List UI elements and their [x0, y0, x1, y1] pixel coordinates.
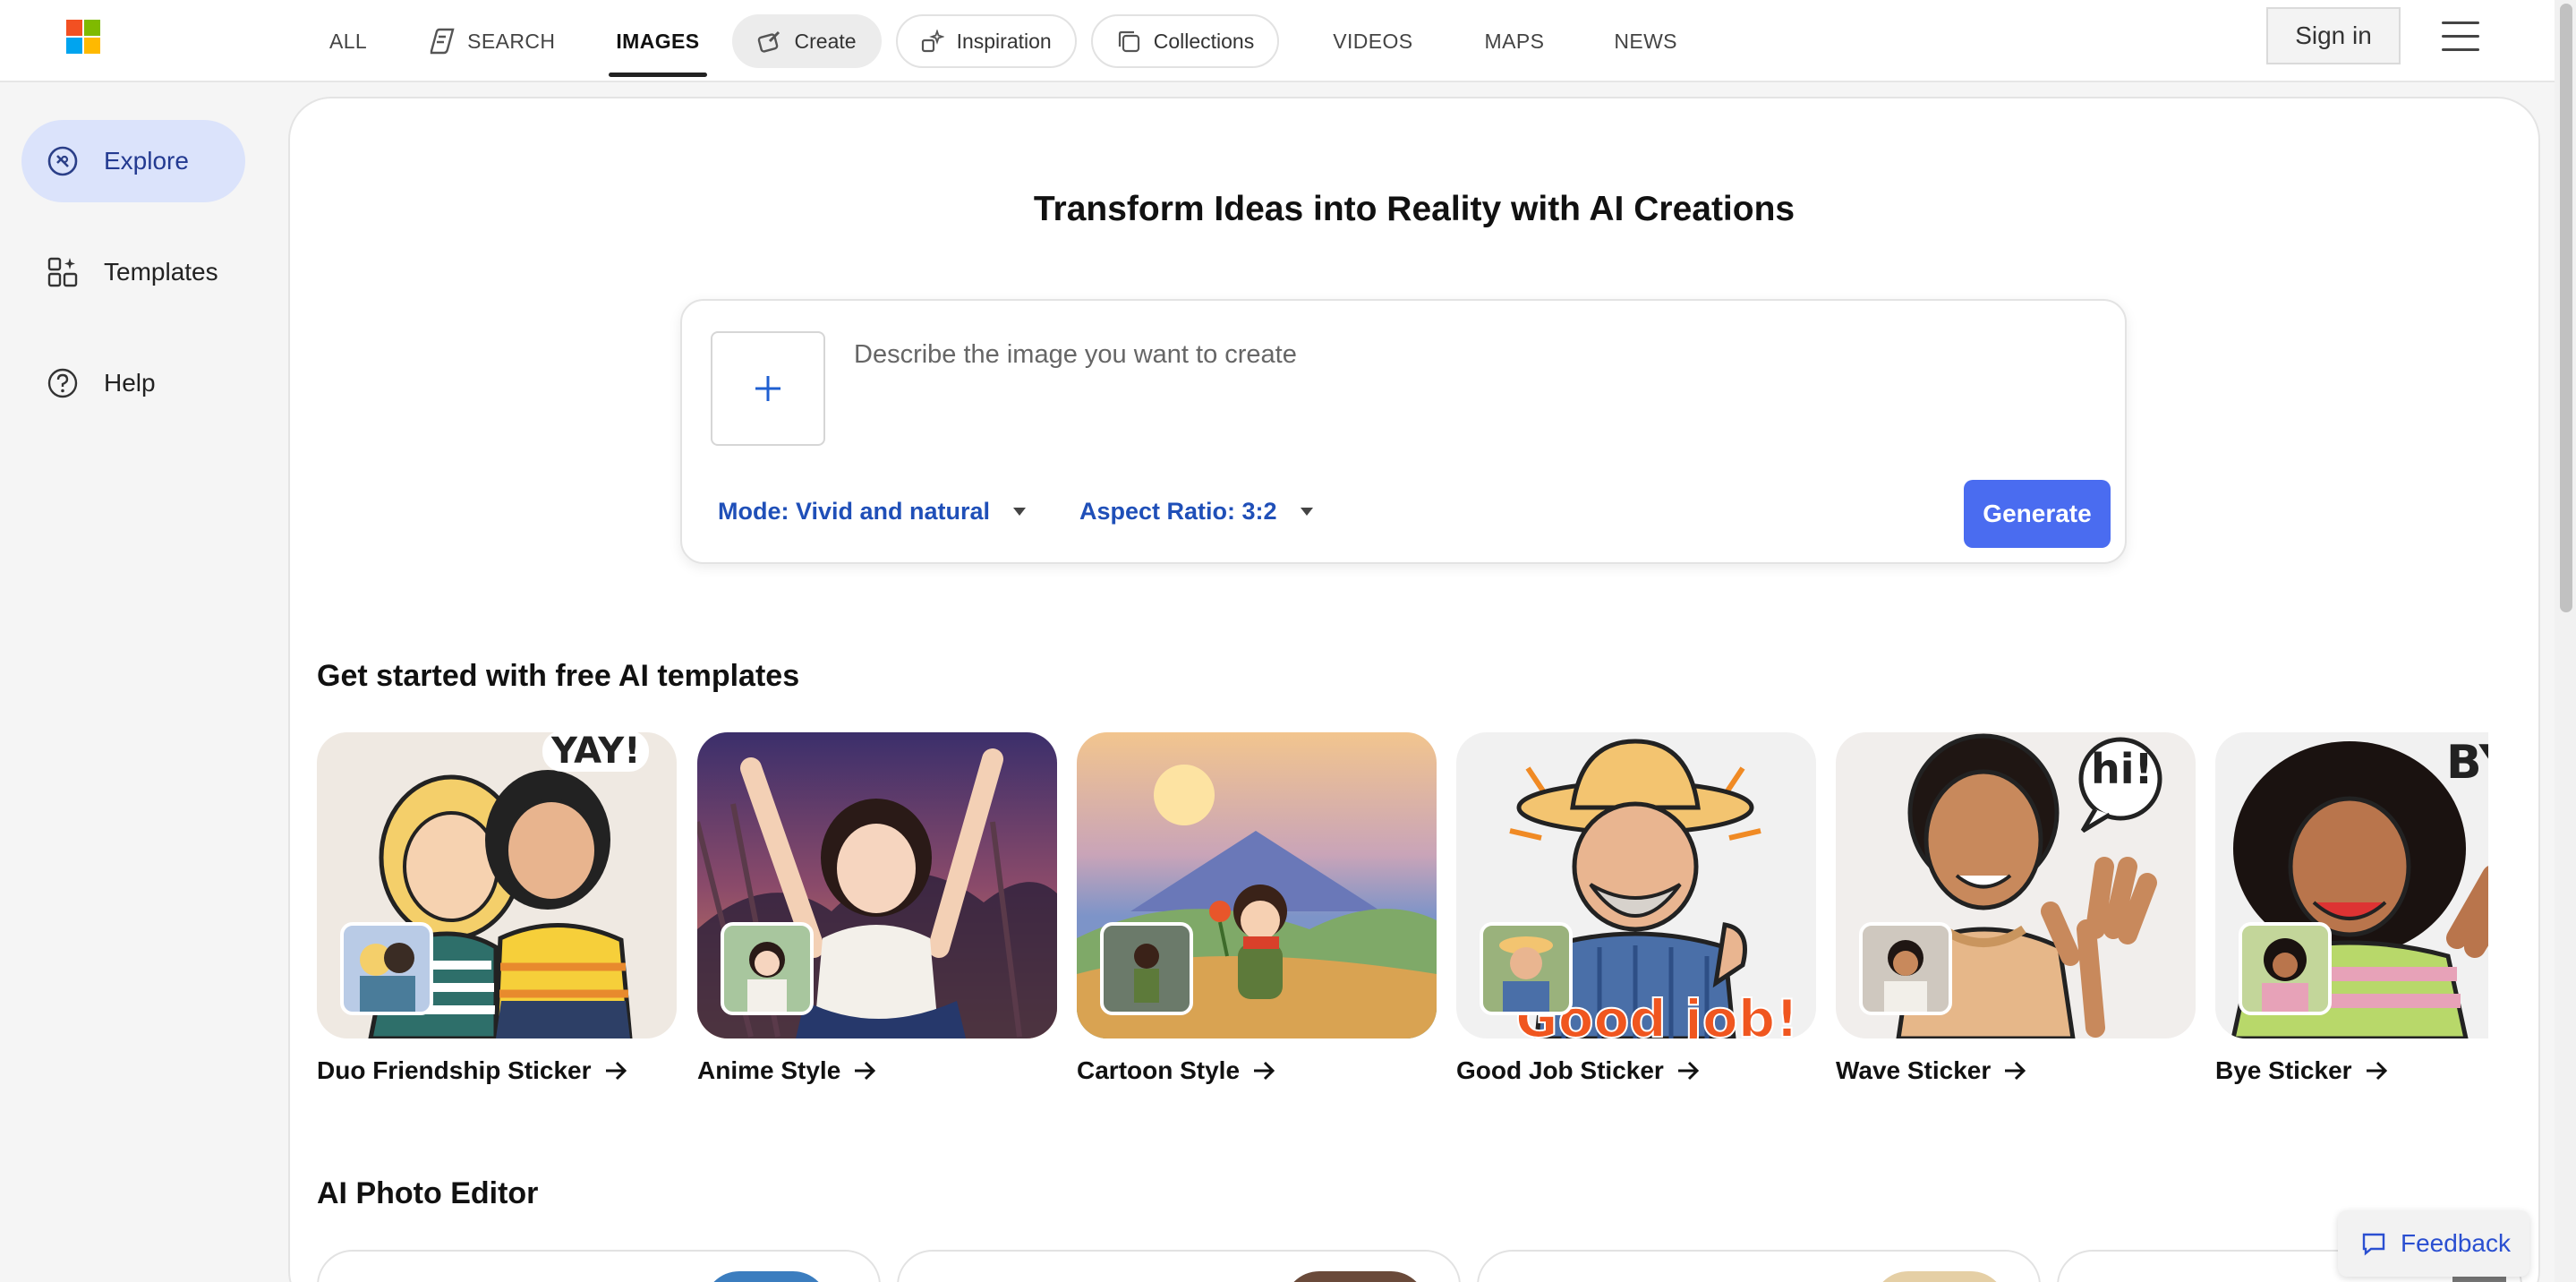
template-image: YAY!	[317, 732, 677, 1038]
template-label-text: Good Job Sticker	[1456, 1056, 1664, 1084]
microsoft-logo-icon[interactable]	[66, 20, 100, 54]
mode-dropdown[interactable]: Mode: Vivid and natural	[718, 498, 1027, 526]
tab-videos[interactable]: VIDEOS	[1286, 0, 1448, 82]
sign-in-button[interactable]: Sign in	[2266, 7, 2401, 64]
tab-news-label: NEWS	[1614, 29, 1677, 53]
feedback-button[interactable]: Feedback	[2338, 1210, 2529, 1277]
photo-editor-section-title: AI Photo Editor	[317, 1176, 539, 1210]
template-label: Cartoon Style	[1077, 1056, 1437, 1085]
template-card[interactable]: BY Bye Sticker	[2215, 732, 2488, 1085]
template-image	[697, 732, 1057, 1038]
photo-editor-card[interactable]	[1477, 1250, 2041, 1282]
yay-overlay-text: YAY!	[542, 732, 650, 772]
template-label-text: Bye Sticker	[2215, 1056, 2352, 1084]
prompt-input[interactable]	[854, 337, 2089, 372]
template-label: Duo Friendship Sticker	[317, 1056, 677, 1085]
sidebar-item-help[interactable]: Help	[21, 342, 245, 424]
arrow-right-icon	[855, 1061, 876, 1081]
sidebar-item-label: Explore	[104, 147, 189, 175]
template-label: Anime Style	[697, 1056, 1057, 1085]
bye-overlay-text: BY	[2446, 736, 2488, 790]
template-card[interactable]: hi! Wave Sticker	[1836, 732, 2196, 1085]
editor-card-image	[1284, 1271, 1427, 1282]
inspiration-label: Inspiration	[956, 29, 1052, 53]
aspect-ratio-dropdown[interactable]: Aspect Ratio: 3:2	[1079, 498, 1313, 526]
arrow-right-icon	[1677, 1061, 1699, 1081]
template-card[interactable]: Anime Style	[697, 732, 1057, 1085]
compass-icon	[47, 146, 78, 176]
template-image: BY	[2215, 732, 2488, 1038]
template-thumbnail	[721, 922, 814, 1015]
create-brush-icon	[757, 30, 780, 53]
arrow-right-icon	[2366, 1061, 2387, 1081]
template-label-text: Cartoon Style	[1077, 1056, 1241, 1084]
prompt-box: Mode: Vivid and natural Aspect Ratio: 3:…	[680, 299, 2127, 564]
nav-tabs: ALL SEARCH IMAGES Create Inspiration Col…	[304, 0, 1702, 82]
template-label: Good Job Sticker	[1456, 1056, 1816, 1085]
arrow-right-icon	[2005, 1061, 2026, 1081]
template-thumbnail	[340, 922, 433, 1015]
templates-carousel: YAY! Duo Friendship Sticker Anime Style …	[317, 732, 2488, 1090]
template-label: Bye Sticker	[2215, 1056, 2488, 1085]
caret-down-icon	[1300, 508, 1313, 516]
hamburger-menu-icon[interactable]	[2442, 21, 2479, 52]
tab-all-label: ALL	[329, 29, 368, 53]
copilot-search-icon	[430, 28, 455, 55]
feedback-chat-icon	[2362, 1233, 2385, 1256]
page-title: Transform Ideas into Reality with AI Cre…	[1033, 190, 1796, 228]
hi-overlay-text: hi!	[2091, 745, 2154, 793]
template-thumbnail	[1100, 922, 1193, 1015]
top-bar: ALL SEARCH IMAGES Create Inspiration Col…	[0, 0, 2576, 82]
inspiration-sparkle-icon	[921, 30, 944, 53]
aspect-ratio-label: Aspect Ratio: 3:2	[1079, 498, 1277, 525]
collections-icon	[1118, 30, 1139, 53]
templates-icon	[47, 257, 78, 287]
template-image: Good job!	[1456, 732, 1816, 1038]
template-thumbnail	[2239, 922, 2332, 1015]
template-card[interactable]: Good job! Good Job Sticker	[1456, 732, 1816, 1085]
template-label-text: Anime Style	[697, 1056, 841, 1084]
plus-icon	[755, 376, 780, 401]
tab-images-label: IMAGES	[616, 29, 700, 53]
add-image-button[interactable]	[711, 331, 825, 446]
sidebar-item-label: Templates	[104, 258, 218, 286]
inspiration-pill[interactable]: Inspiration	[895, 14, 1077, 68]
template-label-text: Duo Friendship Sticker	[317, 1056, 592, 1084]
help-circle-icon	[47, 368, 78, 398]
collections-label: Collections	[1153, 29, 1255, 53]
tab-all[interactable]: ALL	[304, 0, 392, 82]
template-thumbnail	[1859, 922, 1952, 1015]
scrollbar-thumb[interactable]	[2560, 4, 2572, 612]
mode-label: Mode: Vivid and natural	[718, 498, 991, 525]
tab-maps-label: MAPS	[1484, 29, 1545, 53]
templates-section-title: Get started with free AI templates	[317, 659, 800, 693]
generate-button[interactable]: Generate	[1964, 480, 2111, 548]
template-card[interactable]: YAY! Duo Friendship Sticker	[317, 732, 677, 1085]
photo-editor-card[interactable]	[897, 1250, 1461, 1282]
tab-news[interactable]: NEWS	[1580, 0, 1702, 82]
template-card[interactable]: Cartoon Style	[1077, 732, 1437, 1085]
tab-search-label: SEARCH	[467, 29, 556, 53]
collections-pill[interactable]: Collections	[1090, 14, 1280, 68]
photo-editor-card[interactable]	[317, 1250, 881, 1282]
caret-down-icon	[1013, 508, 1027, 516]
feedback-label: Feedback	[2401, 1229, 2511, 1257]
sidebar-item-label: Help	[104, 369, 156, 397]
create-label: Create	[794, 29, 857, 53]
template-image	[1077, 732, 1437, 1038]
tab-videos-label: VIDEOS	[1333, 29, 1413, 53]
template-label: Wave Sticker	[1836, 1056, 2196, 1085]
template-image: hi!	[1836, 732, 2196, 1038]
tab-maps[interactable]: MAPS	[1449, 0, 1581, 82]
sidebar-item-templates[interactable]: Templates	[21, 231, 245, 313]
create-pill[interactable]: Create	[731, 14, 882, 68]
arrow-right-icon	[1254, 1061, 1275, 1081]
tab-search[interactable]: SEARCH	[392, 0, 591, 82]
editor-card-image	[1872, 1271, 2007, 1282]
arrow-right-icon	[605, 1061, 627, 1081]
editor-card-image	[704, 1271, 829, 1282]
template-label-text: Wave Sticker	[1836, 1056, 1992, 1084]
template-thumbnail	[1480, 922, 1573, 1015]
tab-images[interactable]: IMAGES	[591, 0, 724, 82]
